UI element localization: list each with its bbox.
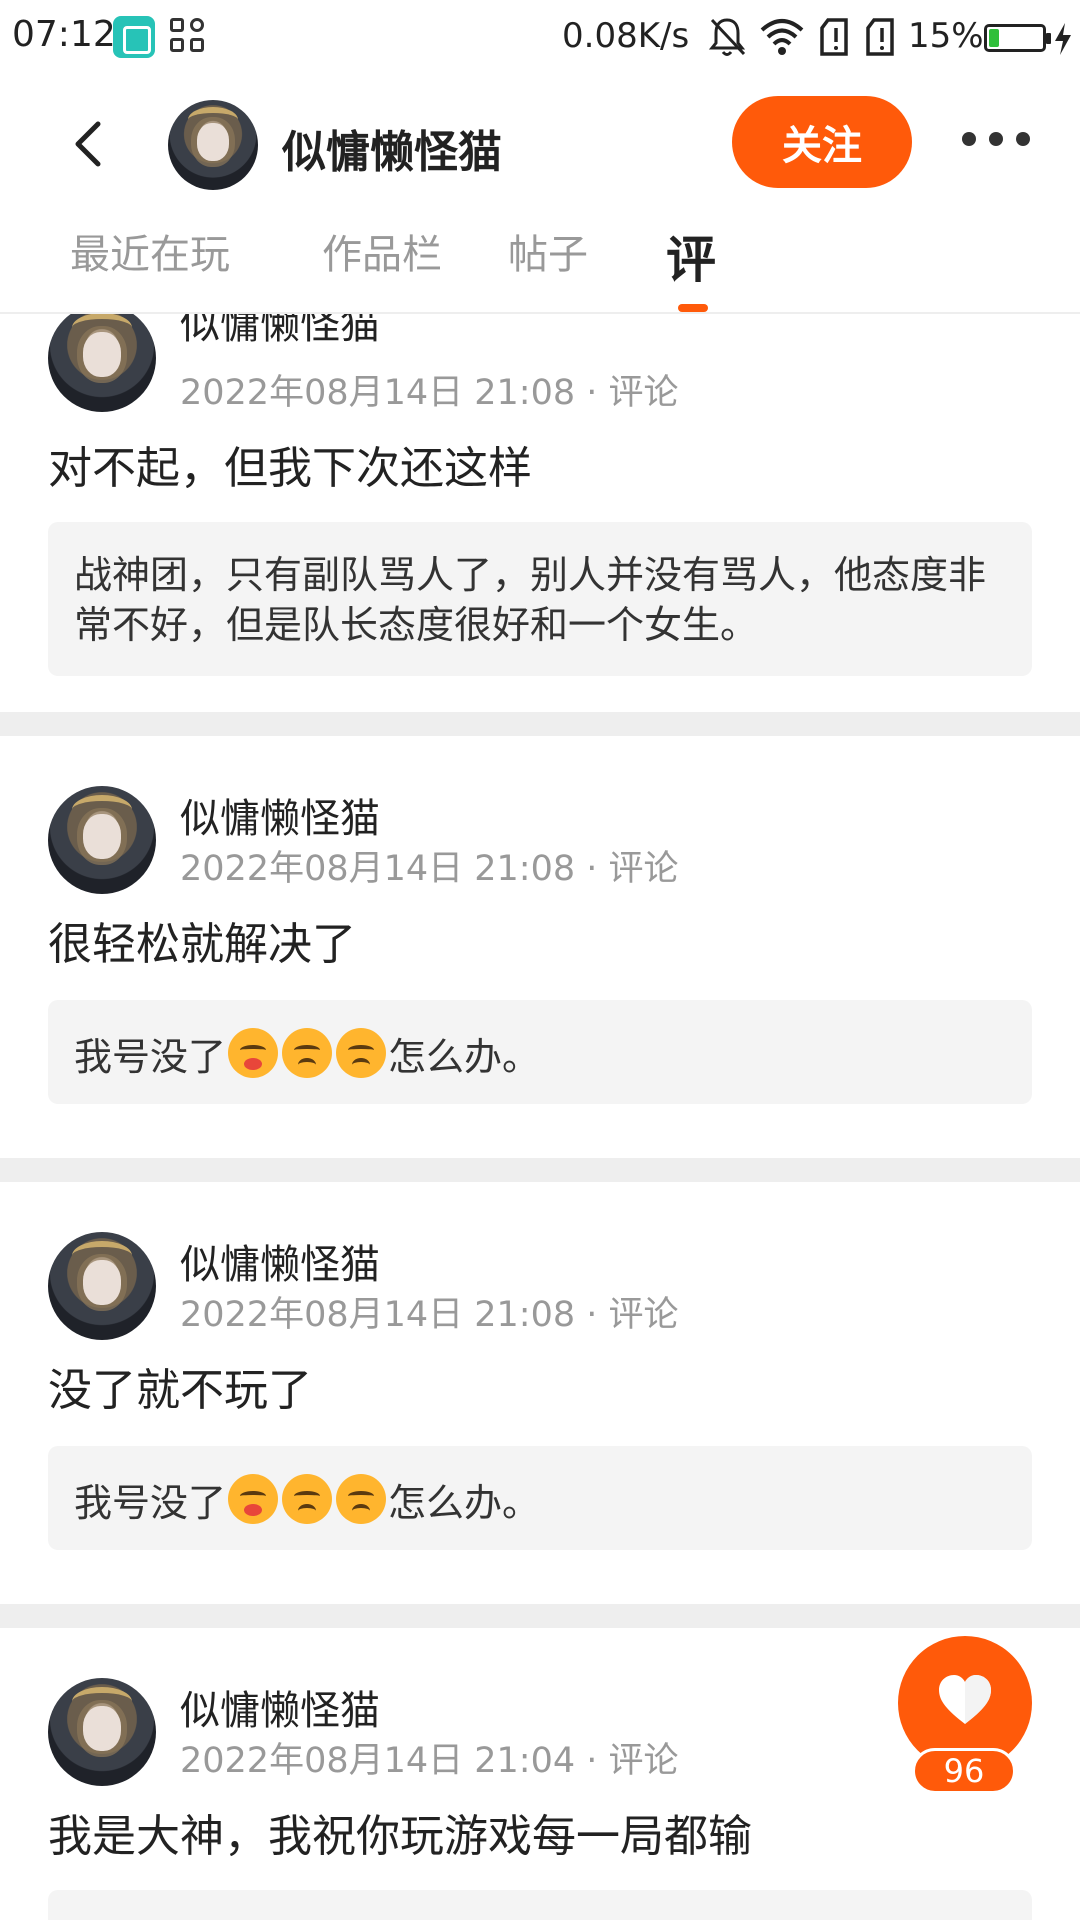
tab-recently-played[interactable]: 最近在玩 (70, 222, 230, 280)
frowning-emoji-icon (282, 1028, 333, 1078)
charging-bolt-icon (1055, 23, 1071, 55)
more-options-icon[interactable] (962, 132, 1030, 152)
comment-meta: 2022年08月14日 21:08 · 评论 (180, 849, 679, 889)
like-count-badge: 96 (912, 1748, 1016, 1794)
profile-tabs: 最近在玩 作品栏 帖子 评 (0, 212, 1080, 314)
battery-icon (984, 24, 1051, 52)
frowning-emoji-icon (282, 1474, 333, 1524)
comment-author: 似慵懒怪猫 (180, 1688, 380, 1734)
divider (0, 712, 1080, 736)
comment-card[interactable]: 似慵懒怪猫 2022年08月14日 21:08 · 评论 没了就不玩了 我号没了… (0, 1182, 1080, 1604)
back-arrow-icon[interactable] (62, 116, 118, 172)
follow-button[interactable]: 关注 (732, 96, 912, 188)
quoted-content[interactable]: 战神团，只有副队骂人了，别人并没有骂人，他态度非常不好，但是队长态度很好和一个女… (48, 522, 1032, 676)
heart-icon (939, 1675, 991, 1724)
active-tab-indicator (678, 304, 708, 312)
tab-works[interactable]: 作品栏 (322, 222, 442, 280)
header-avatar[interactable] (168, 100, 258, 190)
qr-scan-app-icon (113, 16, 155, 58)
quoted-content[interactable] (48, 1890, 1032, 1920)
comment-meta: 2022年08月14日 21:04 · 评论 (180, 1741, 679, 1781)
header-user-name: 似慵懒怪猫 (282, 127, 502, 178)
frowning-emoji-icon (336, 1474, 387, 1524)
status-bar: 07:12 0.08K/s 15% (0, 0, 1080, 76)
comment-avatar[interactable] (48, 1232, 156, 1340)
comment-author: 似慵懒怪猫 (180, 796, 380, 842)
comment-meta: 2022年08月14日 21:08 · 评论 (180, 373, 679, 413)
battery-percent: 15% (908, 16, 984, 56)
divider (0, 1158, 1080, 1182)
comment-author: 似慵懒怪猫 (180, 1242, 380, 1288)
comment-card[interactable]: 似慵懒怪猫 2022年08月14日 21:08 · 评论 对不起，但我下次还这样… (0, 314, 1080, 706)
comment-meta: 2022年08月14日 21:08 · 评论 (180, 1295, 679, 1335)
comment-text: 我是大神，我祝你玩游戏每一局都输 (48, 1811, 752, 1862)
sim1-icon (820, 18, 848, 56)
profile-header: 似慵懒怪猫 关注 (0, 76, 1080, 212)
comment-text: 对不起，但我下次还这样 (48, 443, 532, 494)
sim2-icon (866, 18, 894, 56)
comment-card[interactable]: 似慵懒怪猫 2022年08月14日 21:08 · 评论 很轻松就解决了 我号没… (0, 736, 1080, 1158)
network-speed: 0.08K/s (562, 16, 690, 56)
comment-avatar[interactable] (48, 1678, 156, 1786)
pouting-emoji-icon (228, 1028, 279, 1078)
comment-author: 似慵懒怪猫 (180, 314, 380, 348)
status-time: 07:12 (12, 14, 116, 55)
quoted-content[interactable]: 我号没了 怎么办。 (48, 1446, 1032, 1550)
comment-avatar[interactable] (48, 314, 156, 412)
quoted-content[interactable]: 我号没了 怎么办。 (48, 1000, 1032, 1104)
tab-comments[interactable]: 评 (666, 220, 716, 292)
pouting-emoji-icon (228, 1474, 279, 1524)
wifi-icon (760, 19, 804, 55)
mute-bell-icon (708, 18, 746, 56)
apps-icon (170, 18, 206, 54)
comment-text: 很轻松就解决了 (48, 919, 356, 970)
comment-text: 没了就不玩了 (48, 1365, 312, 1416)
frowning-emoji-icon (336, 1028, 387, 1078)
comment-avatar[interactable] (48, 786, 156, 894)
tab-posts[interactable]: 帖子 (508, 222, 588, 280)
divider (0, 1604, 1080, 1628)
